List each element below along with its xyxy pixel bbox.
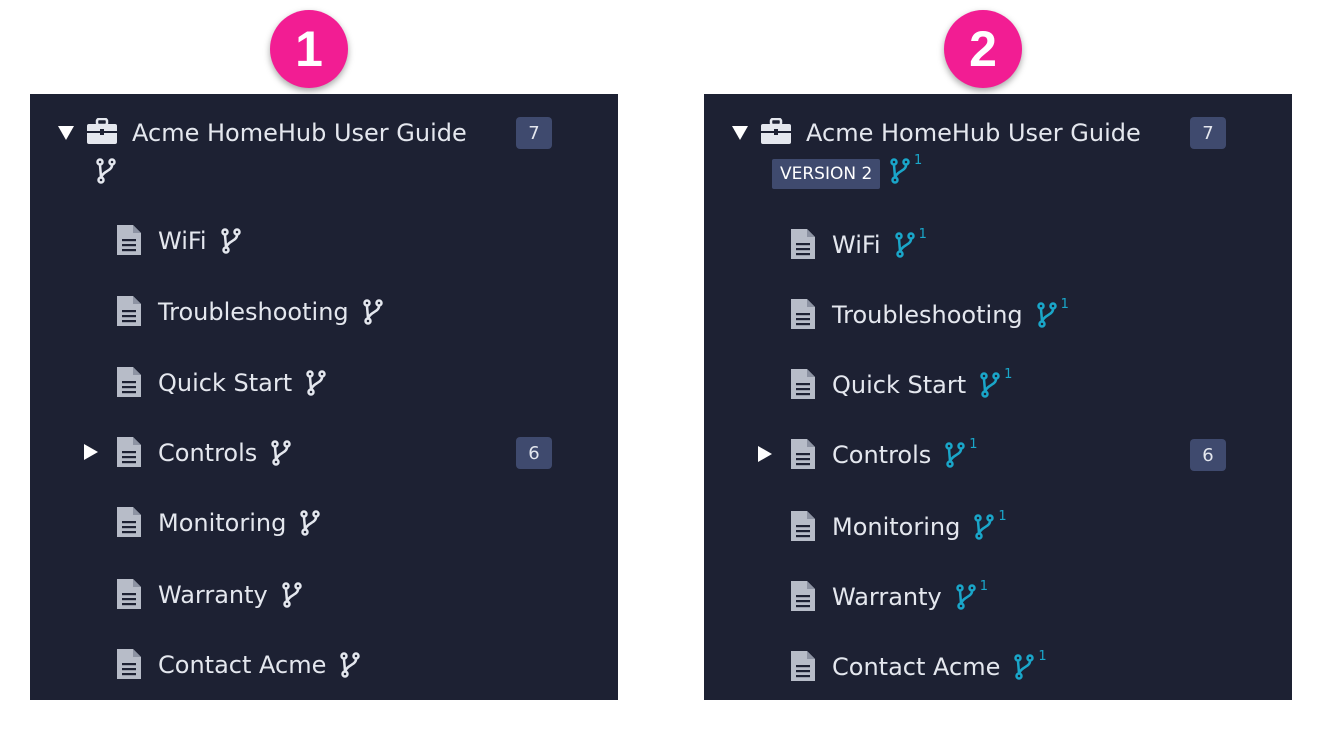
tree-item-label: Contact Acme 1 (832, 649, 1047, 681)
expand-caret-icon[interactable] (758, 446, 772, 462)
fork-count: 1 (918, 227, 927, 242)
tree-item-label: WiFi (158, 226, 241, 256)
tree-item-label: Quick Start (158, 368, 326, 398)
tree-item-label: Monitoring 1 (832, 509, 1007, 541)
fork-icon (220, 228, 241, 254)
tree-item-troubleshooting[interactable]: Troubleshooting 1 (704, 290, 1292, 340)
document-icon (790, 228, 816, 264)
document-icon (790, 510, 816, 546)
tree-panel-2: Acme HomeHub User Guide 7 VERSION 2 1 Wi… (704, 94, 1292, 700)
document-icon (790, 580, 816, 616)
briefcase-icon (86, 117, 118, 150)
tree-panel-1: Acme HomeHub User Guide 7 WiFi Troublesh… (30, 94, 618, 700)
expand-caret-icon[interactable] (84, 444, 98, 460)
tree-item-label: Controls (158, 438, 292, 468)
tree-item-label: Contact Acme (158, 650, 361, 680)
fork-icon: 1 (945, 438, 978, 468)
fork-count: 1 (1060, 297, 1069, 312)
tree-item-label: Warranty 1 (832, 579, 989, 611)
document-icon (790, 368, 816, 404)
tree-item-label: Warranty (158, 580, 302, 610)
fork-icon: 1 (1036, 298, 1069, 328)
fork-icon: 1 (890, 154, 922, 184)
tree-item-quick-start[interactable]: Quick Start (30, 358, 618, 408)
tree-item-label: Quick Start 1 (832, 367, 1013, 399)
tree-item-controls[interactable]: Controls 1 6 (704, 430, 1292, 480)
collapse-caret-icon[interactable] (732, 126, 748, 140)
fork-icon (282, 582, 302, 608)
tree-item-monitoring[interactable]: Monitoring 1 (704, 502, 1292, 552)
document-icon (116, 436, 142, 472)
document-icon (116, 506, 142, 542)
tree-item-monitoring[interactable]: Monitoring (30, 498, 618, 548)
step-marker-1: 1 (270, 10, 348, 88)
document-icon (116, 366, 142, 402)
fork-icon: 1 (1014, 650, 1047, 680)
tree-item-contact-acme[interactable]: Contact Acme (30, 640, 618, 690)
collapse-caret-icon[interactable] (58, 126, 74, 140)
tree-item-wifi[interactable]: WiFi 1 (704, 220, 1292, 270)
fork-count: 1 (998, 509, 1007, 524)
fork-icon (340, 652, 361, 678)
document-icon (116, 295, 142, 331)
tree-item-label: Controls 1 (832, 437, 978, 469)
document-icon (116, 648, 142, 684)
count-badge: 7 (516, 117, 552, 149)
fork-count: 1 (1038, 649, 1047, 664)
fork-icon (96, 158, 116, 188)
tree-item-label: Monitoring (158, 508, 321, 538)
tree-root-label[interactable]: Acme HomeHub User Guide (132, 118, 467, 148)
fork-icon: 1 (980, 368, 1012, 398)
tree-item-quick-start[interactable]: Quick Start 1 (704, 360, 1292, 410)
fork-icon (271, 440, 292, 466)
fork-count: 1 (914, 153, 923, 168)
tree-item-label: Troubleshooting 1 (832, 297, 1069, 329)
version-tag[interactable]: VERSION 2 (772, 159, 881, 189)
tree-item-wifi[interactable]: WiFi (30, 216, 618, 266)
tree-item-troubleshooting[interactable]: Troubleshooting (30, 287, 618, 337)
fork-icon: 1 (894, 228, 927, 258)
tree-item-label: WiFi 1 (832, 227, 927, 259)
fork-icon (300, 510, 321, 536)
fork-icon (306, 370, 326, 396)
tree-item-warranty[interactable]: Warranty (30, 570, 618, 620)
document-icon (790, 298, 816, 334)
tree-root-label[interactable]: Acme HomeHub User Guide (806, 118, 1141, 148)
tree-item-controls[interactable]: Controls 6 (30, 428, 618, 478)
tree-item-contact-acme[interactable]: Contact Acme 1 (704, 642, 1292, 692)
tree-root-row[interactable]: Acme HomeHub User Guide 7 (704, 108, 1292, 158)
tree-item-warranty[interactable]: Warranty 1 (704, 572, 1292, 622)
document-icon (790, 650, 816, 686)
step-marker-2: 2 (944, 10, 1022, 88)
fork-icon: 1 (974, 510, 1007, 540)
tree-item-label: Troubleshooting (158, 297, 383, 327)
tree-root-row[interactable]: Acme HomeHub User Guide 7 (30, 108, 618, 158)
count-badge: 6 (516, 437, 552, 469)
fork-count: 1 (1004, 367, 1013, 382)
document-icon (116, 578, 142, 614)
count-badge: 7 (1190, 117, 1226, 149)
count-badge: 6 (1190, 439, 1226, 471)
document-icon (790, 438, 816, 474)
briefcase-icon (760, 117, 792, 150)
fork-icon: 1 (956, 580, 988, 610)
fork-count: 1 (969, 437, 978, 452)
fork-icon (362, 299, 383, 325)
document-icon (116, 224, 142, 260)
fork-count: 1 (979, 579, 989, 594)
